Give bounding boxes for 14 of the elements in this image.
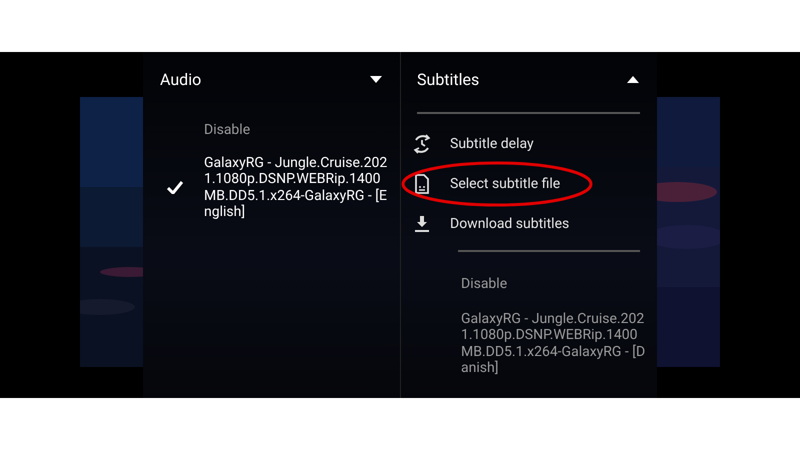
document-icon [412, 174, 432, 194]
subtitle-track[interactable]: GalaxyRG - Jungle.Cruise.2021.1080p.DSNP.WEBRip.1400MB.DD5.1.x264-GalaxyRG - [Danish] [461, 310, 649, 376]
subtitle-track[interactable]: Disable [461, 276, 649, 292]
panel-title: Subtitles [417, 70, 480, 88]
clock-refresh-icon [412, 134, 432, 154]
panel-title: Audio [160, 70, 202, 88]
menu-item[interactable]: Download subtitles [450, 216, 570, 232]
caret-icon[interactable] [627, 75, 639, 83]
menu-item[interactable]: Subtitle delay [450, 136, 534, 152]
audio-track[interactable]: Disable [204, 122, 392, 138]
audio-track[interactable]: GalaxyRG - Jungle.Cruise.2021.1080p.DSNP.WEBRip.1400MB.DD5.1.x264-GalaxyRG - [English] [204, 154, 392, 220]
check-icon [166, 181, 182, 194]
download-icon [412, 214, 432, 234]
caret-icon[interactable] [370, 75, 382, 83]
